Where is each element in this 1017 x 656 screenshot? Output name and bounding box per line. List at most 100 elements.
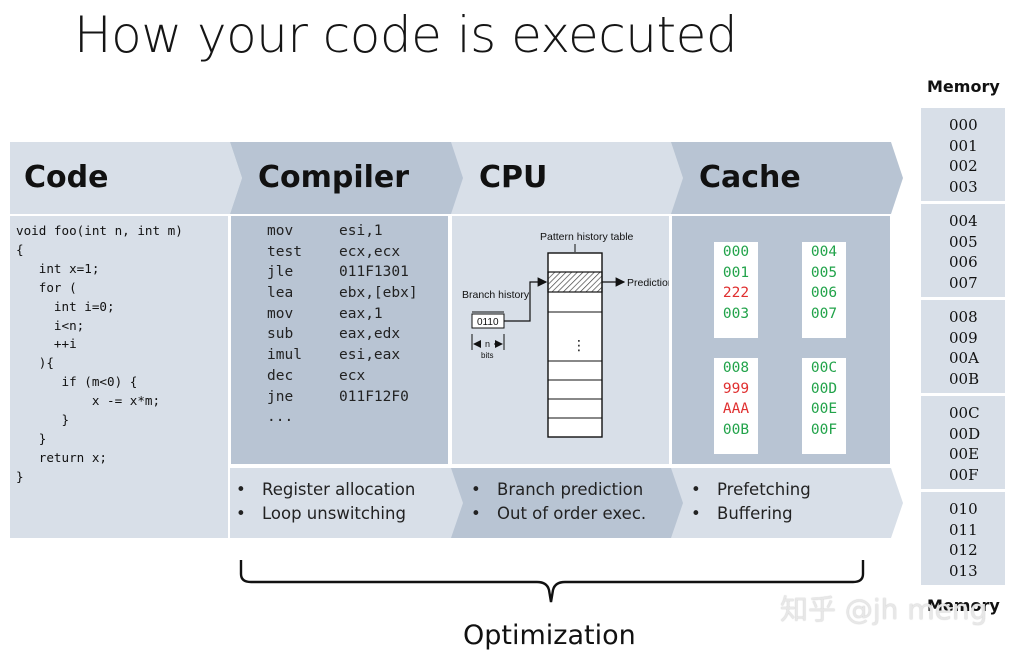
asm-operands: eax,edx [339,326,401,343]
cache-value: 000 [722,244,750,260]
memory-block: 000 001 002 003 [921,108,1005,201]
cache-panel: 000 001 222 003 004 005 006 007 008 999 … [672,216,890,464]
cache-value: 008 [722,360,750,376]
memory-address: 011 [949,520,978,539]
cpu-header: CPU [451,142,685,214]
asm-line: mov eax,1 [267,306,418,327]
branch-history-value: 0110 [477,317,499,328]
memory-address: 00B [949,369,980,388]
memory-address: 00D [949,424,981,443]
cache-line: 008 999 AAA 00B [714,358,758,454]
memory-address: 009 [949,328,978,347]
asm-operands: ecx,ecx [339,243,401,260]
asm-line: test ecx,ecx [267,244,418,265]
n-label: n [485,339,490,349]
asm-operands: esi,eax [339,347,401,364]
asm-opcode: dec [267,367,294,384]
cache-value: 005 [810,264,838,281]
cache-value: 222 [722,285,750,302]
memory-address: 010 [949,500,978,518]
asm-operands: 011F1301 [339,264,409,281]
memory-address: 00E [949,445,980,463]
cache-optimizations: Prefetching Buffering [671,468,903,538]
code-header-label: Code [24,160,109,195]
memory-address: 00F [949,465,979,484]
compiler-header: Compiler [230,142,464,214]
memory-address: 003 [949,177,978,196]
cache-header: Cache [671,142,903,214]
cache-value: 999 [722,380,750,397]
cache-line: 004 005 006 007 [802,242,846,338]
code-header: Code [10,142,242,214]
cache-header-label: Cache [699,160,801,195]
memory-address: 007 [949,273,978,292]
history-to-table-arrow [504,277,548,322]
compiler-header-label: Compiler [258,160,410,195]
memory-address: 00C [949,404,980,422]
asm-line: jne 011F12F0 [267,389,418,410]
asm-operands: ecx [339,367,366,384]
cache-value: 00D [810,380,838,397]
memory-block: 008 009 00A 00B [921,300,1005,393]
assembly-listing: mov esi,1 test ecx,ecx jle 011F1301 lea ebx,[eb… [267,223,418,430]
cache-value: 00E [810,401,838,418]
cache-value: 003 [722,306,750,323]
bullet-item: Out of order exec. [471,504,646,528]
cache-value: 004 [810,244,838,260]
cpu-panel: Pattern history table ⋮ Prediction Branc… [452,216,669,464]
memory-address: 012 [949,541,978,559]
pattern-history-table-label: Pattern history table [540,231,634,243]
cache-value: 00B [722,422,750,439]
cache-value: 00C [810,360,838,376]
watermark: 知乎 @jh meng [780,593,988,626]
asm-operands: esi,1 [339,223,383,239]
asm-opcode: mov [267,223,294,239]
cache-value: 00F [810,422,838,439]
branch-predictor-diagram: Pattern history table ⋮ Prediction Branc… [462,231,669,438]
memory-address: 001 [949,136,978,155]
bullet-item: Branch prediction [471,480,646,504]
cache-value: AAA [722,401,750,418]
asm-line: ... [267,409,418,430]
asm-operands: 011F12F0 [339,388,409,405]
optimization-label: Optimization [463,620,636,651]
bullet-item: Register allocation [236,480,415,504]
asm-line: sub eax,edx [267,326,418,347]
bullet-item: Prefetching [691,480,811,504]
cpu-header-label: CPU [479,160,548,195]
asm-line: lea ebx,[ebx] [267,285,418,306]
memory-label: Memory [927,77,1000,96]
cache-line: 000 001 222 003 [714,242,758,338]
asm-opcode: sub [267,326,294,343]
asm-opcode: mov [267,305,294,322]
cpu-optimizations: Branch prediction Out of order exec. [451,468,685,538]
asm-operands: ebx,[ebx] [339,285,418,302]
asm-line: jle 011F1301 [267,264,418,285]
asm-opcode: lea [267,285,294,302]
table-ellipsis: ⋮ [572,338,586,354]
code-snippet: void foo(int n, int m) { int x=1; for ( … [16,223,183,484]
memory-block: 004 005 006 007 [921,204,1005,297]
asm-line: dec ecx [267,368,418,389]
asm-line: imul esi,eax [267,347,418,368]
memory-address: 004 [949,212,978,230]
memory-address: 000 [949,116,978,134]
selected-table-entry [547,271,603,293]
compiler-optimizations: Register allocation Loop unswitching [230,468,464,538]
asm-operands: eax,1 [339,305,383,322]
asm-opcode: imul [267,347,302,364]
bullet-item: Buffering [691,504,811,528]
asm-opcode: test [267,243,302,260]
cache-value: 001 [722,264,750,281]
code-panel: void foo(int n, int m) { int x=1; for ( … [10,216,228,538]
memory-address: 013 [949,561,978,580]
page-title: How your code is executed [74,6,738,64]
memory-address: 00A [949,349,979,367]
compiler-panel: mov esi,1 test ecx,ecx jle 011F1301 lea ebx,[eb… [231,216,448,464]
cache-value: 006 [810,285,838,302]
asm-opcode: ... [267,409,294,426]
bullet-item: Loop unswitching [236,504,415,528]
asm-line: mov esi,1 [267,223,418,244]
branch-history-label: Branch history [462,289,530,301]
asm-opcode: jle [267,264,294,281]
